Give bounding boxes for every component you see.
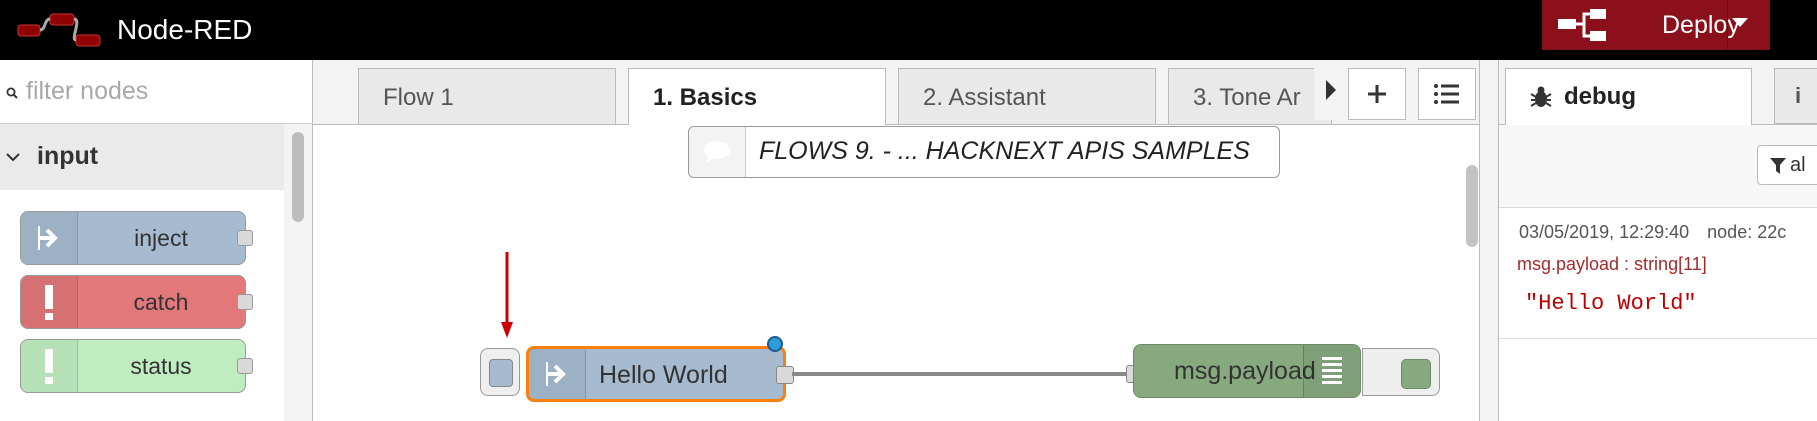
debug-message-timestamp: 03/05/2019, 12:29:40 <box>1519 222 1690 242</box>
header-bar: Node-RED Deploy <box>0 0 1817 60</box>
wire[interactable] <box>792 372 1130 376</box>
debug-node-msg-payload[interactable]: msg.payload <box>1133 344 1361 398</box>
node-label: Hello World <box>599 361 728 389</box>
filter-icon <box>1770 158 1786 174</box>
palette-node-catch[interactable]: catch <box>20 275 253 329</box>
category-label: input <box>37 142 99 170</box>
debug-toggle-square <box>1401 359 1431 389</box>
tab-info[interactable]: i <box>1774 68 1817 124</box>
debug-message[interactable]: 03/05/2019, 12:29:40 node: 22c msg.payloa… <box>1499 208 1817 339</box>
palette-search <box>0 60 312 124</box>
bug-icon <box>1530 86 1552 107</box>
deploy-divider <box>1727 0 1728 50</box>
debug-message-value: "Hello World" <box>1525 291 1697 316</box>
debug-filter-button[interactable]: al <box>1757 145 1817 185</box>
app-title: Node-RED <box>117 14 253 45</box>
red-arrow-annotation <box>501 252 513 338</box>
debug-output-toggle[interactable] <box>1362 348 1440 396</box>
deploy-label: Deploy <box>1662 11 1740 39</box>
comment-text: FLOWS 9. - ... HACKNEXT APIS SAMPLES <box>759 137 1250 165</box>
palette-node-label: status <box>130 353 192 379</box>
debug-message-node[interactable]: node: 22c <box>1707 222 1786 242</box>
output-port <box>237 294 253 310</box>
workspace-tabs-bar: Flow 1 1. Basics 2. Assistant 3. Tone Ar <box>313 60 1479 125</box>
comment-bubble-icon <box>689 127 746 177</box>
tab-assistant[interactable]: 2. Assistant <box>898 68 1156 124</box>
info-icon: i <box>1795 83 1802 108</box>
deploy-menu-caret-icon[interactable] <box>1732 18 1748 27</box>
arrow-in-icon <box>21 212 78 264</box>
tab-flow-1[interactable]: Flow 1 <box>358 68 616 124</box>
filter-nodes-input[interactable] <box>26 74 296 108</box>
node-changed-indicator <box>767 336 783 352</box>
add-flow-button[interactable] <box>1348 68 1406 120</box>
sidebar-separator[interactable] <box>1479 60 1499 421</box>
exclamation-icon <box>21 340 78 392</box>
caret-right-icon <box>1326 80 1336 100</box>
deploy-icon <box>1558 9 1606 41</box>
scroll-tabs-right-button[interactable] <box>1314 68 1348 120</box>
plus-icon <box>1368 85 1386 103</box>
sidebar-tabs: debug i <box>1499 60 1817 125</box>
chevron-down-icon <box>6 153 20 162</box>
debug-toolbar: al <box>1499 125 1817 208</box>
node-palette: input inject catch <box>0 60 313 421</box>
palette-node-label: inject <box>134 225 188 251</box>
category-input-header[interactable]: input <box>0 124 284 190</box>
debug-message-meta: 03/05/2019, 12:29:40 node: 22c <box>1519 222 1786 243</box>
arrow-in-icon <box>529 349 586 399</box>
list-icon <box>1434 84 1459 104</box>
deploy-button[interactable]: Deploy <box>1542 0 1770 50</box>
node-red-logo-icon <box>17 13 101 47</box>
palette-scrollbar-thumb[interactable] <box>292 132 304 222</box>
node-label: msg.payload <box>1174 357 1316 385</box>
tab-debug[interactable]: debug <box>1505 68 1752 125</box>
tab-basics[interactable]: 1. Basics <box>628 68 886 125</box>
palette-node-list: inject catch status <box>0 190 284 421</box>
inject-node-hello-world[interactable]: Hello World <box>526 346 786 402</box>
debug-message-name: msg.payload : string[11] <box>1517 254 1707 274</box>
tab-tone-analyzer[interactable]: 3. Tone Ar <box>1168 68 1332 124</box>
palette-node-inject[interactable]: inject <box>20 211 253 265</box>
exclamation-icon <box>21 276 78 328</box>
inject-trigger-button[interactable] <box>480 348 520 396</box>
comment-node[interactable]: FLOWS 9. - ... HACKNEXT APIS SAMPLES <box>688 126 1280 178</box>
sidebar: debug i al 03/05/2019, 12:29:40 node: 22c… <box>1499 60 1817 421</box>
tab-debug-label: debug <box>1564 83 1636 110</box>
inject-trigger-square <box>489 359 513 387</box>
canvas-scrollbar-thumb[interactable] <box>1466 165 1478 247</box>
output-port <box>237 230 253 246</box>
output-port <box>237 358 253 374</box>
list-flows-button[interactable] <box>1418 68 1476 120</box>
palette-node-status[interactable]: status <box>20 339 253 393</box>
filter-label: al <box>1790 154 1806 176</box>
palette-node-label: catch <box>133 289 189 315</box>
search-icon <box>6 87 18 99</box>
list-lines-icon <box>1303 345 1360 397</box>
